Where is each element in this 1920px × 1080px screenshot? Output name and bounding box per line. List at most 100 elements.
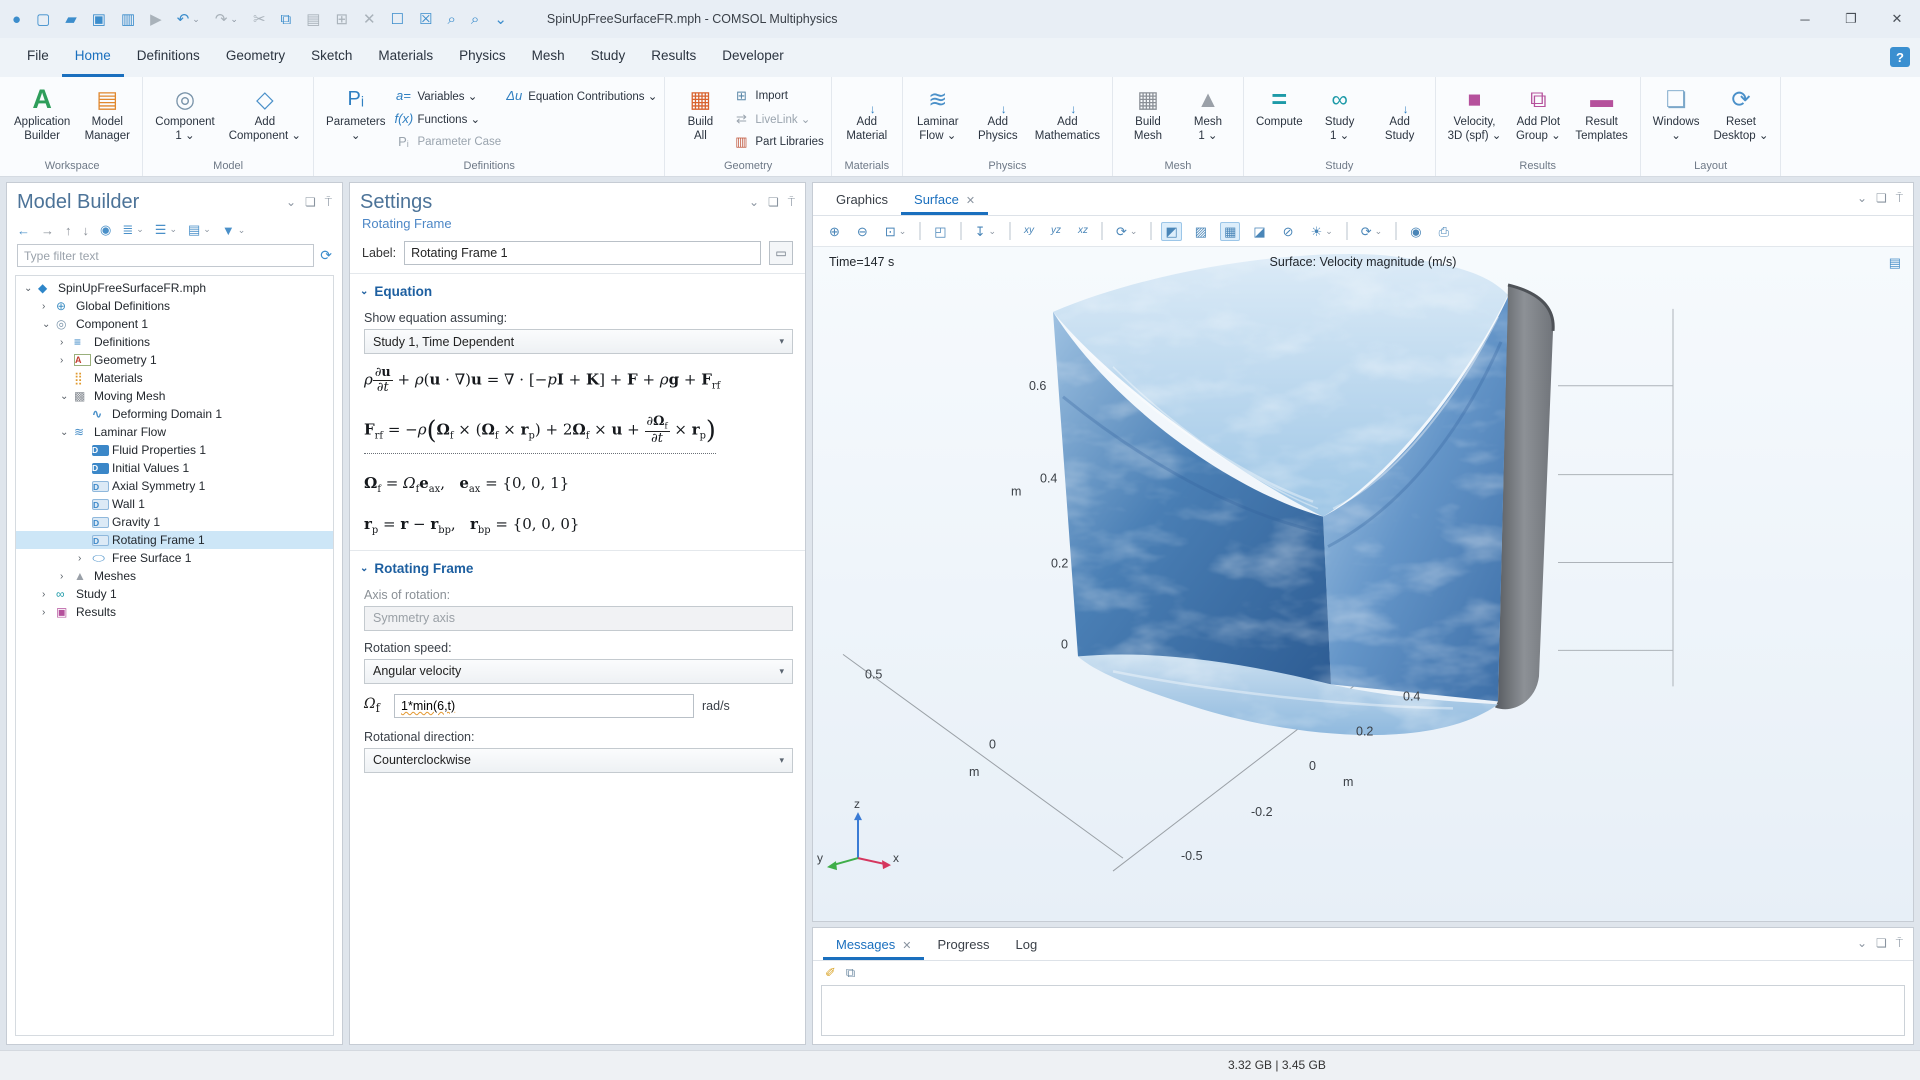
redo-icon[interactable]: ↷ <box>215 12 238 27</box>
separator[interactable] <box>1150 222 1152 240</box>
float-icon[interactable]: ❏ <box>305 195 316 210</box>
add-study-button[interactable]: ↓AddStudy <box>1372 82 1428 145</box>
build-all-button[interactable]: ▦BuildAll <box>672 82 728 145</box>
tree-expander[interactable]: › <box>42 589 56 600</box>
app-icon[interactable]: ● <box>12 12 21 27</box>
part-libraries-button[interactable]: ▥Part Libraries <box>732 131 823 152</box>
chevron-down-icon[interactable]: ⌄ <box>1857 936 1867 960</box>
plot-area[interactable]: Time=147 s Surface: Velocity magnitude (… <box>813 247 1913 921</box>
ribbon-tab[interactable]: File <box>14 38 62 77</box>
tree-expander[interactable]: ⌄ <box>42 319 56 330</box>
mesh-1-button[interactable]: ▲Mesh1 ⌄ <box>1180 82 1236 145</box>
move-down-icon[interactable]: ↓ <box>83 223 90 238</box>
axis-limits-icon[interactable]: ↧ <box>971 222 1000 241</box>
copy-icon[interactable]: ⧉ <box>281 12 292 27</box>
rotational-direction-dropdown[interactable]: Counterclockwise▾ <box>364 748 793 773</box>
materials-icon[interactable]: ⣿ Materials <box>16 369 333 387</box>
minimize-button[interactable]: ─ <box>1782 0 1828 38</box>
view-xz-icon[interactable]: xz <box>1074 223 1092 239</box>
rotating-frame-icon[interactable]: D Rotating Frame 1 <box>16 531 333 549</box>
equation-assumption-dropdown[interactable]: Study 1, Time Dependent▾ <box>364 329 793 354</box>
update-plot-icon[interactable]: ⟳ <box>1357 222 1386 241</box>
add-material-button[interactable]: ↓AddMaterial <box>839 82 895 145</box>
maximize-button[interactable]: ❐ <box>1828 0 1874 38</box>
zoom-out-icon[interactable]: ⊖ <box>853 222 872 241</box>
equation-contributions-button[interactable]: ΔuEquation Contributions ⌄ <box>505 85 657 106</box>
view-yz-icon[interactable]: yz <box>1047 223 1065 239</box>
scene-light-icon[interactable]: ☀ <box>1307 222 1337 241</box>
add-plot-group-button[interactable]: ⧉Add PlotGroup ⌄ <box>1510 82 1566 145</box>
rotating-frame-section-header[interactable]: ⌄Rotating Frame <box>350 550 805 580</box>
view-xy-icon[interactable]: xy <box>1020 223 1038 239</box>
ribbon-tab[interactable]: Home <box>62 38 124 77</box>
delete-icon[interactable]: ✕ <box>363 12 376 27</box>
velocity-plot-button[interactable]: ■Velocity,3D (spf) ⌄ <box>1443 82 1507 145</box>
select-box-icon[interactable]: ☐ <box>391 12 404 27</box>
undo-icon[interactable]: ↶ <box>177 12 200 27</box>
new-file-icon[interactable]: ▢ <box>36 12 50 27</box>
chevron-down-icon[interactable]: ⌄ <box>749 195 759 210</box>
meshes-icon[interactable]: › ▲ Meshes <box>16 567 333 585</box>
collapse-icon[interactable]: ☰ <box>155 222 177 238</box>
show-icon[interactable]: ◉ <box>100 222 111 238</box>
tree-expander[interactable]: ⌄ <box>60 391 74 402</box>
preview-icon[interactable]: ⌕ <box>471 12 479 27</box>
filter-icon[interactable]: ▼ <box>222 223 245 238</box>
back-icon[interactable]: ← <box>17 223 30 238</box>
domain-node-icon[interactable]: D Initial Values 1 <box>16 459 333 477</box>
chevron-down-icon[interactable]: ⌄ <box>286 195 296 210</box>
forward-icon[interactable]: → <box>41 223 54 238</box>
domain-node-icon[interactable]: D Fluid Properties 1 <box>16 441 333 459</box>
node-text-icon[interactable]: ▤ <box>188 222 211 238</box>
separator[interactable] <box>1395 222 1397 240</box>
separator[interactable] <box>1346 222 1348 240</box>
tab-progress[interactable]: Progress <box>924 928 1002 960</box>
pin-icon[interactable]: ⍑ <box>325 195 332 210</box>
material-color-icon[interactable]: ▨ <box>1191 222 1211 241</box>
tree-expander[interactable]: ⌄ <box>24 283 38 294</box>
zoom-in-icon[interactable]: ⊕ <box>825 222 844 241</box>
result-templates-button[interactable]: ▬ResultTemplates <box>1570 82 1632 145</box>
save-as-icon[interactable]: ▥ <box>121 12 135 27</box>
tree-expander[interactable]: › <box>60 337 74 348</box>
default-view-icon[interactable]: ◰ <box>930 222 950 241</box>
laminar-flow-button[interactable]: ≋LaminarFlow ⌄ <box>910 82 966 145</box>
snapshot-icon[interactable]: ◉ <box>1406 222 1425 241</box>
separator[interactable] <box>960 222 962 240</box>
definitions-icon[interactable]: › ≡ Definitions <box>16 333 333 351</box>
transparency-icon[interactable]: ◪ <box>1249 222 1269 241</box>
rotate-view-icon[interactable]: ⟳ <box>1112 222 1141 241</box>
free-surface-icon[interactable]: › ◯ Free Surface 1 <box>16 549 333 567</box>
tree-expander[interactable]: › <box>60 571 74 582</box>
tree-expander[interactable]: › <box>42 301 56 312</box>
tab-surface[interactable]: Surface✕ <box>901 183 988 215</box>
close-tab-icon[interactable]: ✕ <box>902 940 911 952</box>
ribbon-tab[interactable]: Definitions <box>124 38 213 77</box>
tab-messages[interactable]: Messages✕ <box>823 928 924 960</box>
livelink-button[interactable]: ⇄LiveLink ⌄ <box>732 108 823 129</box>
equation-section-header[interactable]: ⌄Equation <box>350 274 805 303</box>
pin-icon[interactable]: ⍑ <box>1896 936 1903 960</box>
save-icon[interactable]: ▣ <box>92 12 106 27</box>
ribbon-tab[interactable]: Developer <box>709 38 797 77</box>
find-icon[interactable]: ⌕ <box>448 12 456 27</box>
move-up-icon[interactable]: ↑ <box>65 223 72 238</box>
paste-icon[interactable]: ▤ <box>306 12 320 27</box>
axis-of-rotation-dropdown[interactable]: Symmetry axis <box>364 606 793 631</box>
study-icon[interactable]: › ∞ Study 1 <box>16 585 333 603</box>
build-mesh-button[interactable]: ▦BuildMesh <box>1120 82 1176 145</box>
separator[interactable] <box>1009 222 1011 240</box>
color-legend-icon[interactable]: ▤ <box>1889 255 1901 271</box>
reset-desktop-button[interactable]: ⟳ResetDesktop ⌄ <box>1708 82 1773 145</box>
open-icon[interactable]: ▰ <box>65 12 77 27</box>
results-icon[interactable]: › ▣ Results <box>16 603 333 621</box>
model-file-icon[interactable]: ⌄ ◆ SpinUpFreeSurfaceFR.mph <box>16 279 333 297</box>
functions-button[interactable]: f(x)Functions ⌄ <box>394 108 501 129</box>
study-1-button[interactable]: ∞Study1 ⌄ <box>1312 82 1368 145</box>
float-icon[interactable]: ❏ <box>1876 936 1887 960</box>
laminar-flow-icon[interactable]: ⌄ ≋ Laminar Flow <box>16 423 333 441</box>
zoom-extents-icon[interactable]: ⊡ <box>881 222 910 241</box>
lock-axis-icon[interactable]: ⊘ <box>1279 222 1298 241</box>
separator[interactable] <box>1101 222 1103 240</box>
model-manager-button[interactable]: ▤ModelManager <box>79 82 135 145</box>
